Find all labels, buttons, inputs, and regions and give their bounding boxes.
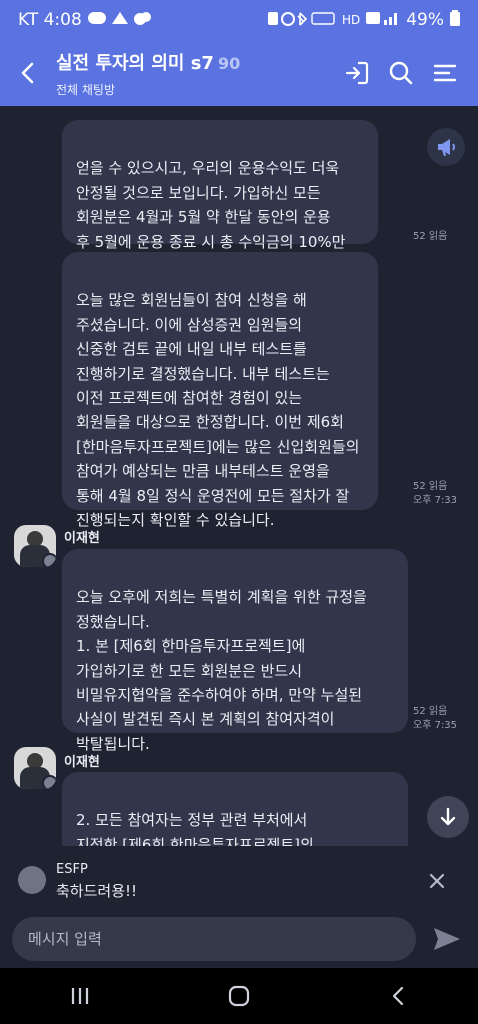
preview-avatar [18, 866, 46, 894]
member-count: 90 [217, 53, 241, 73]
menu-icon[interactable] [432, 60, 458, 86]
scroll-down-button[interactable] [427, 796, 469, 838]
input-bar [0, 914, 478, 968]
back-nav-icon[interactable] [378, 976, 418, 1016]
badge-icon [42, 775, 56, 789]
recent-apps-icon[interactable] [60, 976, 100, 1016]
carrier-time: KT 4:08 [18, 10, 82, 30]
message-text: 오늘 많은 회원님들이 참여 신청을 해 주셨습니다. 이에 삼성증권 임원들의… [76, 291, 360, 530]
read-count[interactable]: 52 읽음 [413, 480, 457, 494]
notification-icons [87, 10, 158, 31]
message-time: 오후 7:35 [413, 720, 458, 731]
chat-title: 실전 투자의 의미 s7 [56, 52, 214, 74]
back-button[interactable] [0, 40, 56, 106]
message-meta: 52 읽음 [413, 230, 447, 244]
message-bubble[interactable]: 오늘 많은 회원님들이 참여 신청을 해 주셨습니다. 이에 삼성증권 임원들의… [62, 252, 378, 529]
reply-preview[interactable]: ESFP 축하드려용!! [0, 846, 478, 914]
preview-name: ESFP [56, 862, 88, 877]
hd-label: HD [341, 13, 361, 27]
close-icon[interactable] [424, 868, 450, 894]
message-meta: 52 읽음 오후 7:33 [413, 480, 457, 508]
message-bubble[interactable]: 2. 모든 참여자는 정부 관련 부처에서 지정한 [제6회 한마음투자프로젝트… [62, 772, 408, 846]
send-icon [434, 928, 460, 950]
message-bubble[interactable]: 얻을 수 있으시고, 우리의 운용수익도 더욱 안정될 것으로 보입니다. 가입… [62, 120, 378, 275]
chevron-left-icon [21, 62, 34, 84]
read-count[interactable]: 52 읽음 [413, 230, 447, 244]
chat-header: 실전 투자의 의미 s7 90 전체 채팅방 [0, 40, 478, 106]
message-meta: 52 읽음 오후 7:35 [413, 705, 457, 733]
sender-name: 이재현 [64, 755, 100, 770]
arrow-down-icon [440, 807, 456, 826]
chat-title-area[interactable]: 실전 투자의 의미 s7 90 전체 채팅방 [56, 49, 344, 98]
announcement-button[interactable] [427, 128, 465, 166]
system-nav-bar [0, 968, 478, 1024]
battery-icon [450, 9, 460, 31]
signal-icon [366, 10, 400, 31]
message-input[interactable] [12, 917, 416, 961]
preview-text: 축하드려용!! [56, 882, 138, 900]
system-icons [267, 10, 336, 31]
battery-percent: 49% [406, 10, 444, 30]
send-button[interactable] [430, 922, 464, 956]
badge-icon [42, 553, 56, 567]
megaphone-icon [438, 139, 455, 156]
enter-icon[interactable] [344, 60, 370, 86]
search-icon[interactable] [388, 60, 414, 86]
status-bar: KT 4:08 HD 49% [0, 0, 478, 40]
avatar[interactable] [14, 747, 56, 789]
sender-name: 이재현 [64, 531, 100, 546]
message-bubble[interactable]: 오늘 오후에 저희는 특별히 계획을 위한 규정을 정했습니다. 1. 본 [제… [62, 549, 408, 753]
avatar[interactable] [14, 525, 56, 567]
read-count[interactable]: 52 읽음 [413, 705, 457, 719]
message-text: 오늘 오후에 저희는 특별히 계획을 위한 규정을 정했습니다. 1. 본 [제… [76, 588, 367, 753]
chat-area[interactable]: 얻을 수 있으시고, 우리의 운용수익도 더욱 안정될 것으로 보입니다. 가입… [0, 106, 478, 846]
top-bar: KT 4:08 HD 49% 실전 투자의 의미 s7 90 전체 채팅방 [0, 0, 478, 106]
message-text: 2. 모든 참여자는 정부 관련 부처에서 지정한 [제6회 한마음투자프로젝트… [76, 811, 314, 846]
chat-subtitle: 전체 채팅방 [56, 82, 116, 97]
message-time: 오후 7:33 [413, 495, 458, 506]
home-icon[interactable] [219, 976, 259, 1016]
